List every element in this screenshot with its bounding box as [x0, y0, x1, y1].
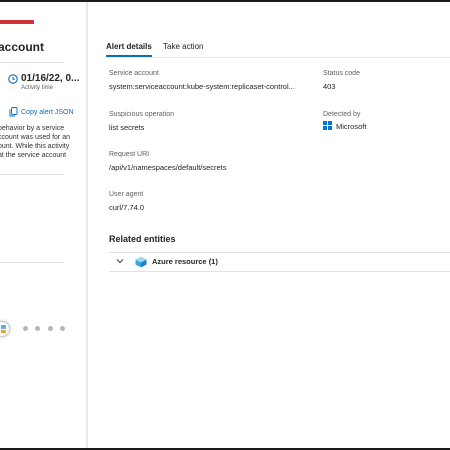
copy-alert-json-button[interactable]: Copy alert JSON	[9, 106, 74, 118]
alert-description: behavior by a service ccount was used fo…	[0, 124, 84, 160]
activity-time-label: Activity time	[21, 85, 54, 91]
suspicious-operation-label: Suspicious operation	[109, 111, 174, 118]
status-code-value: 403	[323, 82, 336, 91]
status-code-label: Status code	[323, 70, 360, 77]
suspicious-operation-value: list secrets	[109, 123, 145, 132]
related-entity-label: Azure resource (1)	[152, 257, 218, 266]
service-account-value: system:serviceaccount:kube-system:replic…	[109, 82, 295, 91]
alert-details-pane: Alert details Take action Service accoun…	[88, 2, 450, 448]
request-uri-value: /api/v1/namespaces/default/secrets	[109, 163, 227, 172]
description-line: ount. While this activity	[0, 143, 70, 150]
stepper-dot[interactable]	[48, 326, 53, 331]
copy-alert-json-label: Copy alert JSON	[21, 108, 74, 116]
severity-bar	[0, 20, 34, 24]
tab-take-action[interactable]: Take action	[163, 42, 203, 51]
tabs-baseline	[106, 57, 450, 58]
alert-step-node[interactable]	[0, 321, 10, 337]
description-line: ccount was used for an	[0, 134, 70, 141]
request-uri-label: Request URI	[109, 151, 150, 158]
alert-title: account	[0, 40, 45, 54]
microsoft-logo-icon	[323, 121, 332, 130]
detected-by-label: Detected by	[323, 111, 361, 118]
divider	[109, 271, 450, 272]
alert-summary-pane: account 01/16/22, 0... Activity time Cop…	[0, 2, 86, 448]
clock-icon	[8, 74, 18, 84]
stepper-dot[interactable]	[35, 326, 40, 331]
copy-icon	[9, 107, 18, 117]
related-entities-title: Related entities	[109, 234, 176, 244]
activity-time-value: 01/16/22, 0...	[21, 73, 80, 84]
divider	[0, 62, 64, 63]
active-tab-indicator	[106, 55, 152, 57]
description-line: at the service account	[0, 152, 67, 159]
resource-node-icon	[1, 325, 6, 333]
service-account-label: Service account	[109, 70, 159, 77]
chevron-down-icon[interactable]	[116, 258, 124, 264]
detected-by-value: Microsoft	[336, 122, 367, 131]
divider	[0, 174, 64, 175]
related-entity-row[interactable]: Azure resource (1)	[109, 253, 450, 271]
stepper-dot[interactable]	[60, 326, 65, 331]
tab-alert-details[interactable]: Alert details	[106, 42, 152, 51]
user-agent-label: User agent	[109, 191, 144, 198]
stepper-dot[interactable]	[23, 326, 28, 331]
description-line: behavior by a service	[0, 125, 65, 132]
user-agent-value: curl/7.74.0	[109, 203, 145, 212]
azure-resource-icon	[135, 256, 147, 268]
divider	[0, 262, 64, 263]
